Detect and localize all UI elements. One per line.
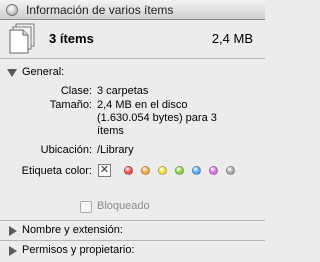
- kind-value: 3 carpetas: [97, 85, 149, 97]
- label-color-purple[interactable]: [209, 166, 218, 175]
- locked-checkbox[interactable]: [80, 201, 92, 213]
- title-bar: Información de varios ítems: [0, 0, 265, 20]
- size-value-line-2: (1.630.054 bytes) para 3: [97, 112, 217, 124]
- location-label: Ubicación:: [40, 144, 92, 156]
- location-value: /Library: [97, 144, 134, 156]
- divider: [0, 58, 265, 59]
- disclosure-triangle-closed-icon[interactable]: [9, 246, 17, 256]
- divider: [0, 220, 265, 221]
- label-color-red[interactable]: [124, 166, 133, 175]
- label-color-orange[interactable]: [141, 166, 150, 175]
- multiple-documents-icon: [9, 23, 35, 54]
- section-permissions[interactable]: Permisos y propietario:: [0, 242, 265, 260]
- label-color-blue[interactable]: [192, 166, 201, 175]
- locked-label: Bloqueado: [97, 200, 150, 212]
- kind-label: Clase:: [60, 85, 92, 97]
- size-value-line-3: ítems: [97, 125, 124, 137]
- section-name-extension-label: Nombre y extensión:: [22, 224, 123, 236]
- size-value-line-1: 2,4 MB en el disco: [97, 99, 188, 111]
- color-label-label: Etiqueta color:: [21, 165, 92, 177]
- label-color-green[interactable]: [175, 166, 184, 175]
- disclosure-triangle-closed-icon[interactable]: [9, 226, 17, 236]
- section-general-label: General:: [22, 66, 65, 78]
- label-color-gray[interactable]: [226, 166, 235, 175]
- size-label: Tamaño:: [49, 99, 92, 111]
- total-size: 2,4 MB: [211, 31, 253, 46]
- item-count: 3 ítems: [49, 31, 94, 46]
- section-permissions-label: Permisos y propietario:: [22, 244, 135, 256]
- no-color-label-button[interactable]: ✕: [98, 164, 111, 177]
- disclosure-triangle-open-icon[interactable]: [7, 69, 17, 77]
- divider: [0, 240, 265, 241]
- label-color-yellow[interactable]: [158, 166, 167, 175]
- info-header: 3 ítems 2,4 MB: [0, 20, 265, 58]
- section-general[interactable]: General:: [0, 64, 265, 82]
- close-button[interactable]: [6, 4, 18, 16]
- window-title: Información de varios ítems: [26, 3, 174, 17]
- section-name-extension[interactable]: Nombre y extensión:: [0, 222, 265, 240]
